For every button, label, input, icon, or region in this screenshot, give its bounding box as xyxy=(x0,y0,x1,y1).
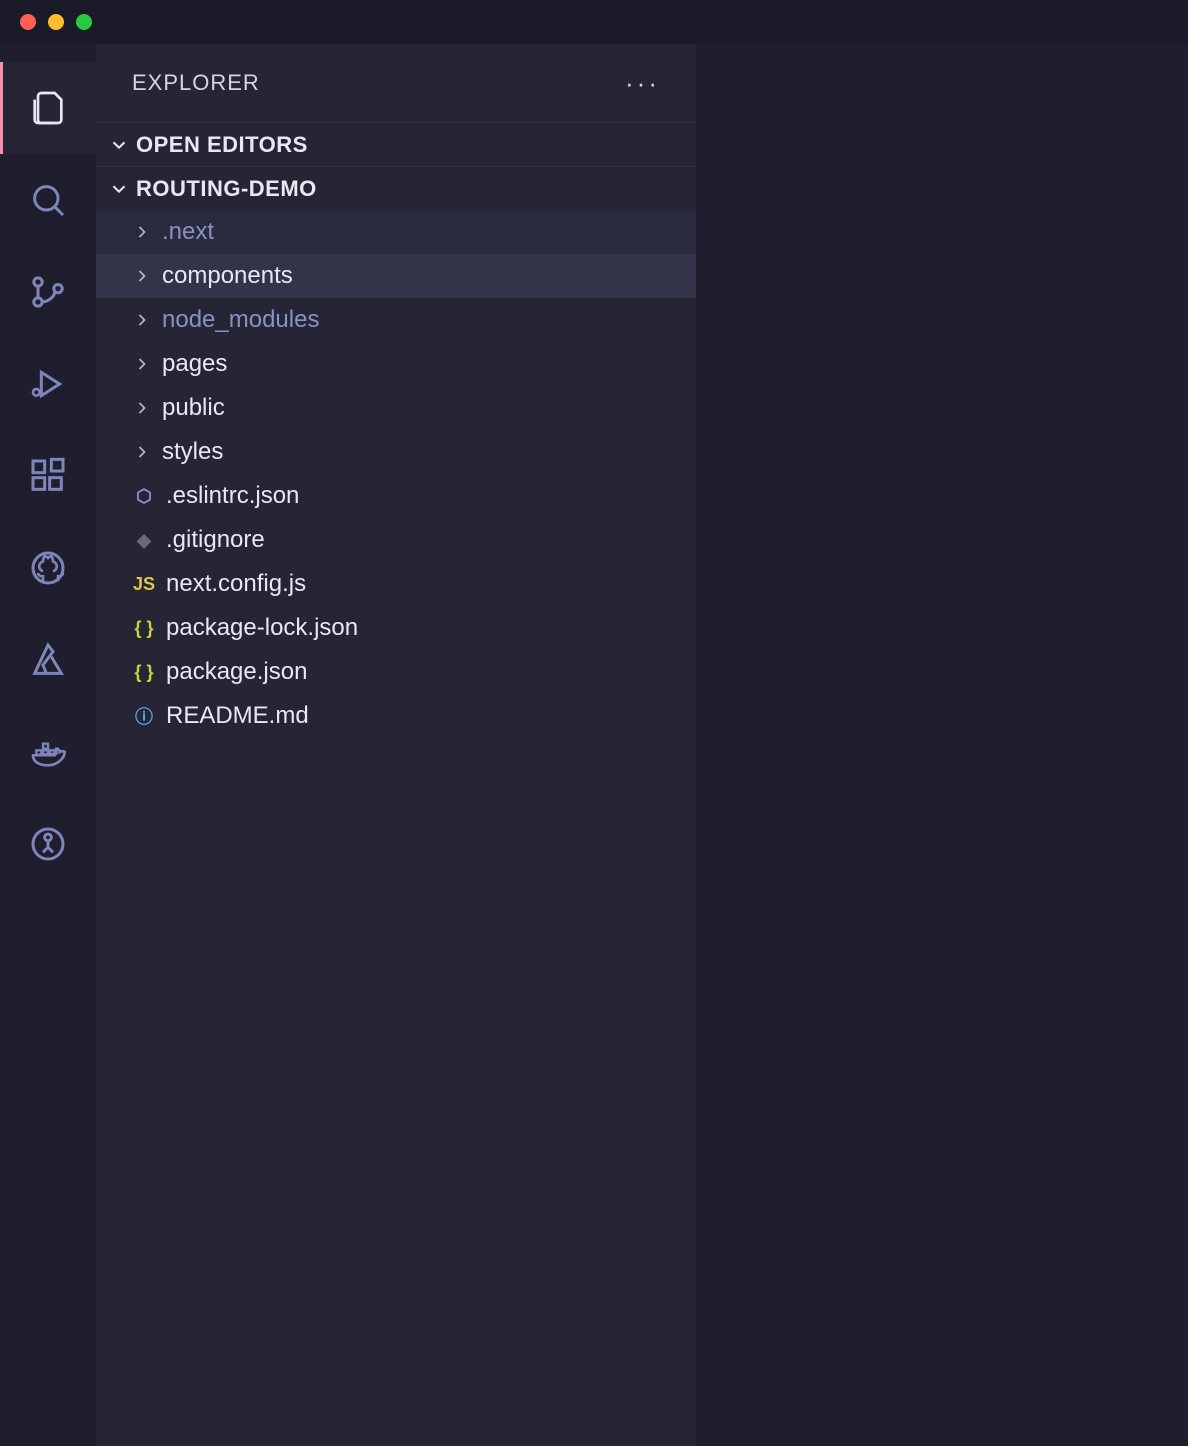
file-row[interactable]: JS next.config.js xyxy=(96,562,696,606)
explorer-icon xyxy=(28,88,68,128)
json-icon: { } xyxy=(132,618,156,639)
window-minimize-button[interactable] xyxy=(48,14,64,30)
chevron-right-icon xyxy=(132,442,152,462)
window-titlebar xyxy=(0,0,1188,44)
chevron-right-icon xyxy=(132,222,152,242)
file-row[interactable]: ◆ .gitignore xyxy=(96,518,696,562)
file-name: package.json xyxy=(166,658,307,686)
activity-bar xyxy=(0,44,96,1446)
chevron-down-icon xyxy=(108,178,130,200)
chevron-right-icon xyxy=(132,398,152,418)
gitlens-icon xyxy=(28,824,68,864)
file-row[interactable]: ⬡ .eslintrc.json xyxy=(96,474,696,518)
open-editors-label: OPEN EDITORS xyxy=(136,132,308,158)
file-row[interactable]: { } package-lock.json xyxy=(96,606,696,650)
azure-icon xyxy=(28,640,68,680)
js-icon: JS xyxy=(132,574,156,595)
run-debug-icon xyxy=(28,364,68,404)
activity-docker[interactable] xyxy=(0,706,96,798)
info-icon: ⓘ xyxy=(132,703,156,729)
folder-name: public xyxy=(162,394,225,422)
explorer-sidebar: EXPLORER ··· OPEN EDITORS ROUTING-DEMO .… xyxy=(96,44,696,1446)
window-maximize-button[interactable] xyxy=(76,14,92,30)
file-row[interactable]: { } package.json xyxy=(96,650,696,694)
activity-search[interactable] xyxy=(0,154,96,246)
folder-name: pages xyxy=(162,350,227,378)
file-name: next.config.js xyxy=(166,570,306,598)
file-name: README.md xyxy=(166,702,309,730)
activity-github[interactable] xyxy=(0,522,96,614)
activity-run-debug[interactable] xyxy=(0,338,96,430)
github-icon xyxy=(28,548,68,588)
explorer-title: EXPLORER xyxy=(132,70,260,96)
editor-area xyxy=(696,44,1188,1446)
search-icon xyxy=(28,180,68,220)
extensions-icon xyxy=(28,456,68,496)
explorer-header: EXPLORER ··· xyxy=(96,44,696,122)
folder-name: styles xyxy=(162,438,223,466)
folder-row[interactable]: public xyxy=(96,386,696,430)
window-close-button[interactable] xyxy=(20,14,36,30)
source-control-icon xyxy=(28,272,68,312)
chevron-right-icon xyxy=(132,266,152,286)
chevron-down-icon xyxy=(108,134,130,156)
chevron-right-icon xyxy=(132,310,152,330)
folder-row[interactable]: components xyxy=(96,254,696,298)
activity-explorer[interactable] xyxy=(0,62,96,154)
project-label: ROUTING-DEMO xyxy=(136,176,317,202)
activity-extensions[interactable] xyxy=(0,430,96,522)
git-icon: ◆ xyxy=(132,530,156,551)
folder-name: components xyxy=(162,262,293,290)
project-section[interactable]: ROUTING-DEMO xyxy=(96,166,696,210)
file-name: .eslintrc.json xyxy=(166,482,299,510)
file-name: .gitignore xyxy=(166,526,265,554)
folder-name: node_modules xyxy=(162,306,319,334)
eslint-icon: ⬡ xyxy=(132,486,156,507)
folder-row[interactable]: node_modules xyxy=(96,298,696,342)
explorer-more-icon[interactable]: ··· xyxy=(625,68,660,99)
folder-row[interactable]: pages xyxy=(96,342,696,386)
file-row[interactable]: ⓘ README.md xyxy=(96,694,696,738)
file-name: package-lock.json xyxy=(166,614,358,642)
activity-gitlens[interactable] xyxy=(0,798,96,890)
folder-row[interactable]: .next xyxy=(96,210,696,254)
activity-azure[interactable] xyxy=(0,614,96,706)
json-icon: { } xyxy=(132,662,156,683)
chevron-right-icon xyxy=(132,354,152,374)
folder-row[interactable]: styles xyxy=(96,430,696,474)
docker-icon xyxy=(28,732,68,772)
file-tree: .next components node_modulespages public st… xyxy=(96,210,696,738)
activity-source-control[interactable] xyxy=(0,246,96,338)
open-editors-section[interactable]: OPEN EDITORS xyxy=(96,122,696,166)
folder-name: .next xyxy=(162,218,214,246)
